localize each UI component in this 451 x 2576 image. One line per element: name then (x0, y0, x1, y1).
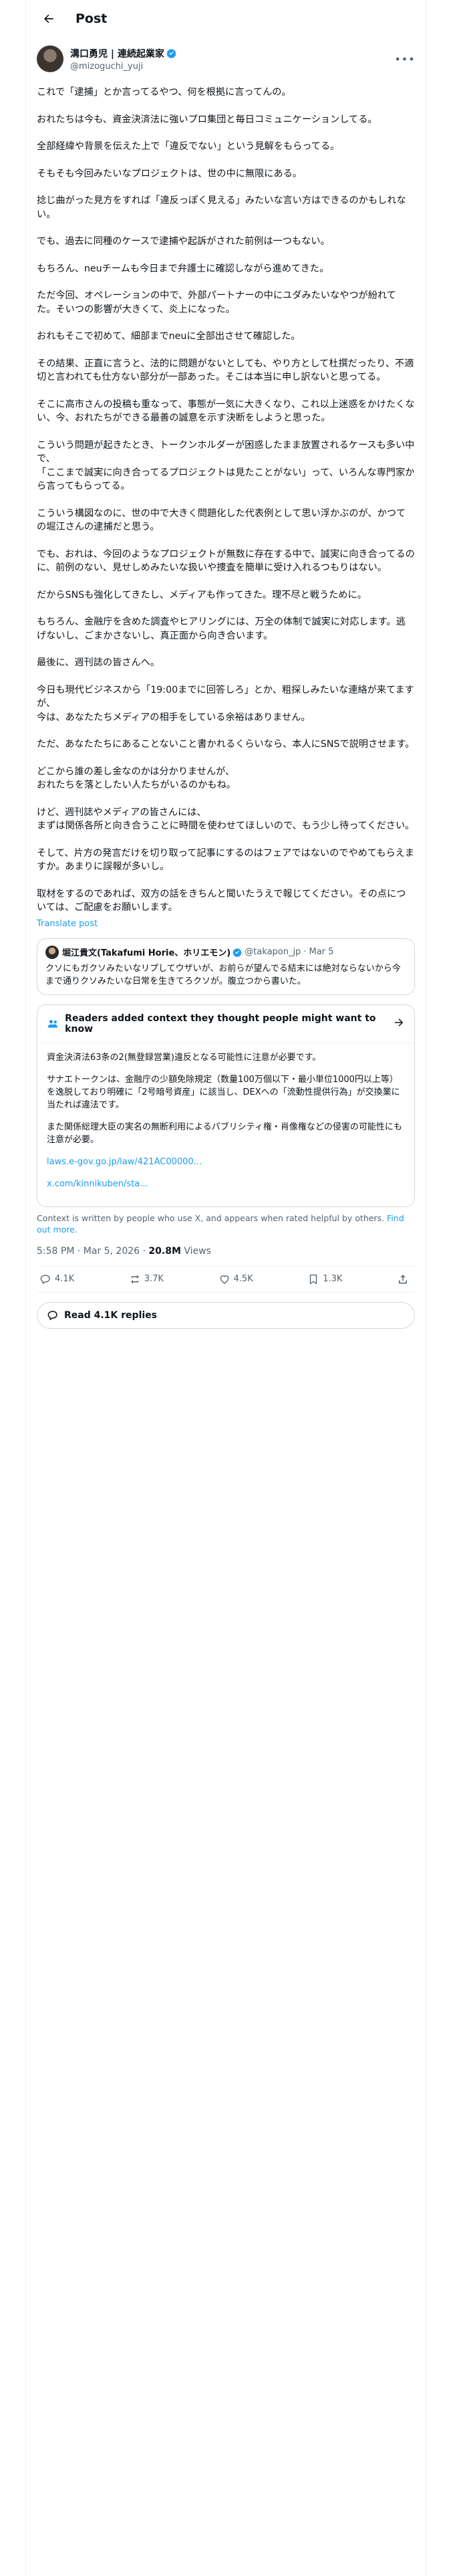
post-paragraph: そこに高市さんの投稿も重なって、事態が一気に大きくなり、これ以上迷惑をかけたくな… (37, 399, 415, 424)
post-paragraph: 今日も現代ビジネスから「19:00までに回答しろ」とか、粗探しみたいな連絡が来て… (37, 684, 414, 723)
post-paragraph: ただ今回、オペレーションの中で、外部パートナーの中にユダみたいなやつが紛れてた。… (37, 290, 396, 315)
bookmark-count: 1.3K (323, 1274, 343, 1284)
note-paragraph: 資金決済法63条の2(無登録営業)違反となる可能性に注意が必要です。 (47, 1052, 321, 1063)
note-paragraph: また関係総理大臣の実名の無断利用によるパブリシティ権・肖像権などの侵害の可能性に… (47, 1121, 402, 1145)
quoted-post-header: 堀江貴文(Takafumi Horie、ホリエモン) @takapon_jp ·… (45, 945, 406, 959)
like-button[interactable]: 4.5K (218, 1273, 253, 1285)
quoted-post-text: クソにもガクソみたいなリプしてウザいが、お前らが望んでる結末には絶対ならないから… (45, 963, 401, 986)
read-replies-label: Read 4.1K replies (64, 1309, 157, 1321)
translate-post-link[interactable]: Translate post (37, 919, 415, 929)
post-meta: 5:58 PM · Mar 5, 2026 · 20.8M Views (37, 1246, 415, 1267)
author-name[interactable]: 溝口勇児 | 連続起業家 (70, 47, 164, 60)
bookmark-icon (310, 1274, 317, 1285)
quoted-date: Mar 5 (309, 947, 334, 957)
post-paragraph: おれもそこで初めて、細部までneuに全部出させて確認した。 (37, 331, 301, 342)
reply-count: 4.1K (55, 1274, 75, 1284)
post-paragraph: 最後に、週刊誌の皆さんへ。 (37, 657, 160, 668)
post-timestamp[interactable]: 5:58 PM · Mar 5, 2026 (37, 1246, 140, 1257)
arrow-right-icon[interactable] (393, 1016, 405, 1031)
arrow-left-icon (44, 14, 53, 23)
post-paragraph: ただ、あなたたちにあることないこと書かれるくらいなら、本人にSNSで説明させます… (37, 739, 415, 750)
post-paragraph: おれたちは今も、資金決済法に強いプロ集団と毎日コミュニケーションしてる。 (37, 114, 378, 125)
post-paragraph: これで「逮捕」とか言ってるやつ、何を根拠に言ってんの。 (37, 87, 291, 98)
top-bar: Post (26, 0, 426, 37)
author-avatar[interactable] (37, 45, 63, 72)
post-paragraph: 取材をするのであれば、双方の話をきちんと聞いたうえで報じてください。その点につい… (37, 888, 406, 914)
author-info: 溝口勇児 | 連続起業家 @mizoguchi_yuji (70, 47, 395, 72)
post-paragraph: でも、おれは、今回のようなプロジェクトが無数に存在する中で、誠実に向き合ってるの… (37, 548, 415, 574)
repost-button[interactable]: 3.7K (129, 1273, 164, 1285)
post-paragraph: こういう構図なのに、世の中で大きく問題化した代表例として思い浮かぶのが、かつての… (37, 508, 406, 533)
post-paragraph: どこから誰の差し金なのかは分かりませんが、 おれたちを落としたい人たちがいるのか… (37, 766, 236, 791)
author-handle[interactable]: @mizoguchi_yuji (70, 62, 395, 72)
quoted-post[interactable]: 堀江貴文(Takafumi Horie、ホリエモン) @takapon_jp ·… (37, 938, 415, 995)
quoted-separator: · (303, 947, 307, 957)
people-icon (47, 1019, 57, 1028)
views-label: Views (184, 1245, 211, 1257)
post-paragraph: 捻じ曲がった見方をすれば「違反っぽく見える」みたいな言い方はできるのかもしれない… (37, 195, 406, 220)
note-source-link[interactable]: x.com/kinnikuben/sta... (47, 1178, 405, 1190)
repost-icon (130, 1275, 139, 1283)
repost-count: 3.7K (144, 1274, 164, 1284)
like-count: 4.5K (233, 1274, 253, 1284)
community-notes-footer: Context is written by people who use X, … (37, 1212, 415, 1235)
action-bar: 4.1K 3.7K 4.5K 1.3K (37, 1267, 415, 1293)
post-paragraph: けど、週刊誌やメディアの皆さんには、 まずは関係各所と向き合うことに時間を使わせ… (37, 807, 415, 832)
post-paragraph: その結果、正直に言うと、法的に問題がないとしても、やり方として杜撰だったり、不適… (37, 358, 414, 383)
note-source-link[interactable]: laws.e-gov.go.jp/law/421AC00000... (47, 1156, 405, 1168)
community-notes-body: 資金決済法63条の2(無登録営業)違反となる可能性に注意が必要です。 サナエトー… (37, 1043, 414, 1206)
verified-badge-icon (166, 48, 176, 58)
post-author: 溝口勇児 | 連続起業家 @mizoguchi_yuji ••• (26, 37, 426, 75)
community-notes: Readers added context they thought peopl… (37, 1004, 415, 1207)
page: Post 溝口勇児 | 連続起業家 @mizoguchi_yuji ••• これ… (0, 0, 451, 2576)
notes-footer-text: Context is written by people who use X, … (37, 1212, 385, 1223)
meta-separator: · (142, 1245, 146, 1257)
bookmark-button[interactable]: 1.3K (307, 1273, 342, 1285)
read-replies-button[interactable]: Read 4.1K replies (37, 1301, 415, 1329)
post-paragraph: そもそも今回みたいなプロジェクトは、世の中に無限にある。 (37, 168, 302, 179)
community-notes-title: Readers added context they thought peopl… (65, 1012, 376, 1035)
post-paragraph: こういう問題が起きたとき、トークンホルダーが困惑したまま放置されるケースも多い中… (37, 439, 415, 492)
post-paragraph: もちろん、金融庁を含めた調査やヒアリングには、万全の体制で誠実に対応します。逃げ… (37, 617, 406, 641)
main-column: Post 溝口勇児 | 連続起業家 @mizoguchi_yuji ••• これ… (25, 0, 426, 2576)
post-paragraph: でも、過去に同種のケースで逮捕や起訴がされた前例は一つもない。 (37, 236, 330, 247)
verified-badge-icon (233, 948, 242, 957)
post-paragraph: もちろん、neuチームも今日まで弁護士に確認しながら進めてきた。 (37, 263, 329, 274)
page-title: Post (76, 11, 108, 26)
heart-icon (220, 1275, 229, 1284)
reply-bubble-icon (47, 1310, 57, 1320)
views-count: 20.8M (148, 1245, 181, 1257)
post-text: これで「逮捕」とか言ってるやつ、何を根拠に言ってんの。 おれたちは今も、資金決済… (37, 86, 415, 915)
community-notes-header[interactable]: Readers added context they thought peopl… (37, 1005, 414, 1043)
reply-button[interactable]: 4.1K (39, 1273, 74, 1285)
post-paragraph: そして、片方の発言だけを切り取って記事にするのはフェアではないのでやめてもらえま… (37, 847, 415, 873)
share-button[interactable] (397, 1273, 412, 1285)
post-paragraph: だからSNSも強化してきたし、メディアも作ってきた。理不尽と戦うために。 (37, 589, 367, 601)
post-body: これで「逮捕」とか言ってるやつ、何を根拠に言ってんの。 おれたちは今も、資金決済… (26, 75, 426, 1329)
quoted-author-handle: @takapon_jp (245, 947, 301, 957)
back-button[interactable] (37, 7, 61, 31)
share-icon (399, 1274, 407, 1283)
note-paragraph: サナエトークンは、金融庁の少額免除規定（数量100万個以下・最小単位1000円以… (47, 1074, 400, 1110)
reply-icon (40, 1274, 50, 1284)
quoted-author-name: 堀江貴文(Takafumi Horie、ホリエモン) (62, 948, 231, 958)
more-options-icon[interactable]: ••• (394, 49, 415, 69)
quoted-author-avatar (45, 945, 59, 959)
author-name-row: 溝口勇児 | 連続起業家 (70, 47, 395, 60)
post-paragraph: 全部経緯や背景を伝えた上で「違反でない」という見解をもらってる。 (37, 141, 340, 152)
